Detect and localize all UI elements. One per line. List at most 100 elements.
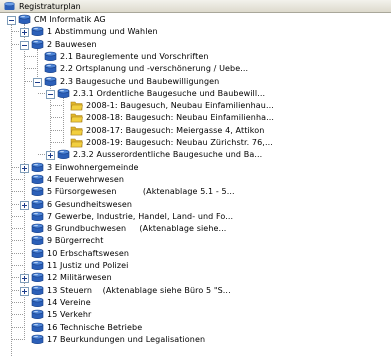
tree-connector [12,252,23,254]
tree-item-category[interactable]: 4 Feuerwehrwesen [0,174,391,185]
tree-item-category[interactable]: 11 Justiz und Polizei [0,260,391,271]
database-icon [31,26,44,37]
database-icon [57,149,70,160]
tree-item-dossier[interactable]: 2008-18: Baugesuch: Neubau Einfamilienha… [0,112,391,123]
database-icon [4,2,15,10]
database-icon [31,309,44,320]
tree-item-category[interactable]: 13 Steuern (Aktenablage siehe Büro 5 "S.… [0,285,391,296]
tree-item-category[interactable]: 2.2 Ortsplanung und -verschönerung / Ueb… [0,63,391,74]
tree-connector [51,129,62,131]
tree-item-dossier[interactable]: 2008-17: Baugesuch: Meiergasse 4, Attiko… [0,125,391,136]
tree-item-label: 2.3.1 Ordentliche Baugesuche und Baubewi… [73,88,266,98]
expand-icon[interactable] [20,28,29,38]
expand-icon[interactable] [46,151,55,161]
tree-item-label: 14 Vereine [47,297,91,307]
tree-connector [51,117,62,119]
tree-item-category[interactable]: 15 Verkehr [0,309,391,320]
database-icon [31,322,44,333]
tree-item-category[interactable]: 16 Technische Betriebe [0,322,391,333]
tree-connector [25,55,36,57]
tree-item-label: 16 Technische Betriebe [47,322,143,332]
tree-item-label: 2008-1: Baugesuch, Neubau Einfamilienhau… [86,101,274,111]
tree-item-label: 5 Fürsorgewesen (Aktenablage 5.1 - 5... [47,187,235,197]
tree-title: Registraturplan [19,2,81,11]
tree-item-category[interactable]: 2.1 Baureglemente und Vorschriften [0,51,391,62]
tree-item-category[interactable]: CM Informatik AG [0,14,391,25]
tree-item-category[interactable]: 8 Grundbuchwesen (Aktenablage siehe... [0,223,391,234]
tree-item-category[interactable]: 10 Erbschaftswesen [0,248,391,259]
folder-icon [70,100,83,111]
database-icon [31,235,44,246]
tree-connector [25,68,36,70]
tree-item-label: 1 Abstimmung und Wahlen [47,27,158,37]
tree-item-category[interactable]: 1 Abstimmung und Wahlen [0,26,391,38]
folder-icon [70,112,83,123]
tree-item-label: 2008-19: Baugesuch: Neubau Zürichstr. 76… [86,138,273,147]
tree-item-dossier[interactable]: 2008-1: Baugesuch, Neubau Einfamilienhau… [0,100,391,111]
tree-header: Registraturplan [0,0,391,13]
database-icon [31,174,44,185]
tree-item-category[interactable]: 2.3.1 Ordentliche Baugesuche und Baubewi… [0,88,391,99]
tree-connector [12,178,23,180]
tree-item-label: 2.3 Baugesuche und Baubewilligungen [60,76,220,86]
database-icon [31,272,44,283]
database-icon [31,297,44,308]
tree-item-category[interactable]: 17 Beurkundungen und Legalisationen [0,334,391,345]
expand-icon[interactable] [20,200,29,210]
tree-item-label: 13 Steuern (Aktenablage siehe Büro 5 "S.… [47,285,231,295]
expand-icon[interactable] [20,274,29,284]
database-icon [31,162,44,173]
tree-item-label: 4 Feuerwehrwesen [47,174,125,184]
tree-item-label: 17 Beurkundungen und Legalisationen [47,334,206,344]
tree-connector [12,228,23,230]
database-icon [31,260,44,271]
tree-connector [12,240,23,242]
tree-item-label: 12 Militärwesen [47,273,112,283]
tree-item-category[interactable]: 2 Bauwesen [0,39,391,50]
tree-item-label: 11 Justiz und Polizei [47,261,129,270]
tree-item-label: CM Informatik AG [34,15,106,24]
tree-item-category[interactable]: 2.3 Baugesuche und Baubewilligungen [0,76,391,87]
tree-guide-line [11,24,12,356]
tree-item-dossier[interactable]: 2008-19: Baugesuch: Neubau Zürichstr. 76… [0,137,391,148]
database-icon [44,63,57,74]
tree-connector [12,314,23,316]
registratur-tree[interactable]: CM Informatik AG 1 Abstimmung und Wahlen 2… [0,13,391,356]
folder-icon [70,137,83,148]
tree-item-category[interactable]: 6 Gesundheitswesen [0,199,391,210]
tree-item-label: 6 Gesundheitswesen [47,199,133,209]
expand-icon[interactable] [20,286,29,296]
tree-item-label: 7 Gewerbe, Industrie, Handel, Land- und … [47,211,234,221]
tree-connector [12,265,23,266]
tree-item-label: 8 Grundbuchwesen (Aktenablage siehe... [47,224,227,234]
collapse-icon[interactable] [20,40,29,50]
expand-icon[interactable] [20,163,29,173]
tree-item-category[interactable]: 3 Einwohnergemeinde [0,162,391,173]
tree-item-category[interactable]: 9 Bürgerrecht [0,235,391,246]
tree-item-category[interactable]: 14 Vereine [0,297,391,308]
tree-connector [12,301,23,303]
collapse-icon[interactable] [46,89,55,99]
database-icon [31,285,44,296]
tree-item-category[interactable]: 5 Fürsorgewesen (Aktenablage 5.1 - 5... [0,186,391,197]
database-icon [31,223,44,234]
collapse-icon[interactable] [33,77,42,87]
tree-item-label: 2.1 Baureglemente und Vorschriften [60,51,209,61]
tree-item-category[interactable]: 12 Militärwesen [0,272,391,284]
tree-item-label: 10 Erbschaftswesen [47,248,130,258]
tree-connector [12,215,23,217]
tree-item-label: 2.3.2 Ausserordentliche Baugesuche und B… [73,150,263,160]
tree-connector [12,191,23,193]
tree-item-category[interactable]: 2.3.2 Ausserordentliche Baugesuche und B… [0,149,391,161]
tree-connector [51,142,62,143]
tree-item-label: 15 Verkehr [47,310,92,320]
database-icon [31,334,44,345]
tree-item-label: 2.2 Ortsplanung und -verschönerung / Ueb… [60,64,249,74]
tree-item-label: 2008-18: Baugesuch: Neubau Einfamilienha… [86,113,275,123]
database-icon [31,211,44,222]
tree-item-label: 2 Bauwesen [47,39,97,49]
tree-item-label: 2008-17: Baugesuch: Meiergasse 4, Attiko… [86,125,265,135]
tree-item-label: 9 Bürgerrecht [47,236,104,246]
tree-item-category[interactable]: 7 Gewerbe, Industrie, Handel, Land- und … [0,211,391,222]
database-icon [31,199,44,210]
